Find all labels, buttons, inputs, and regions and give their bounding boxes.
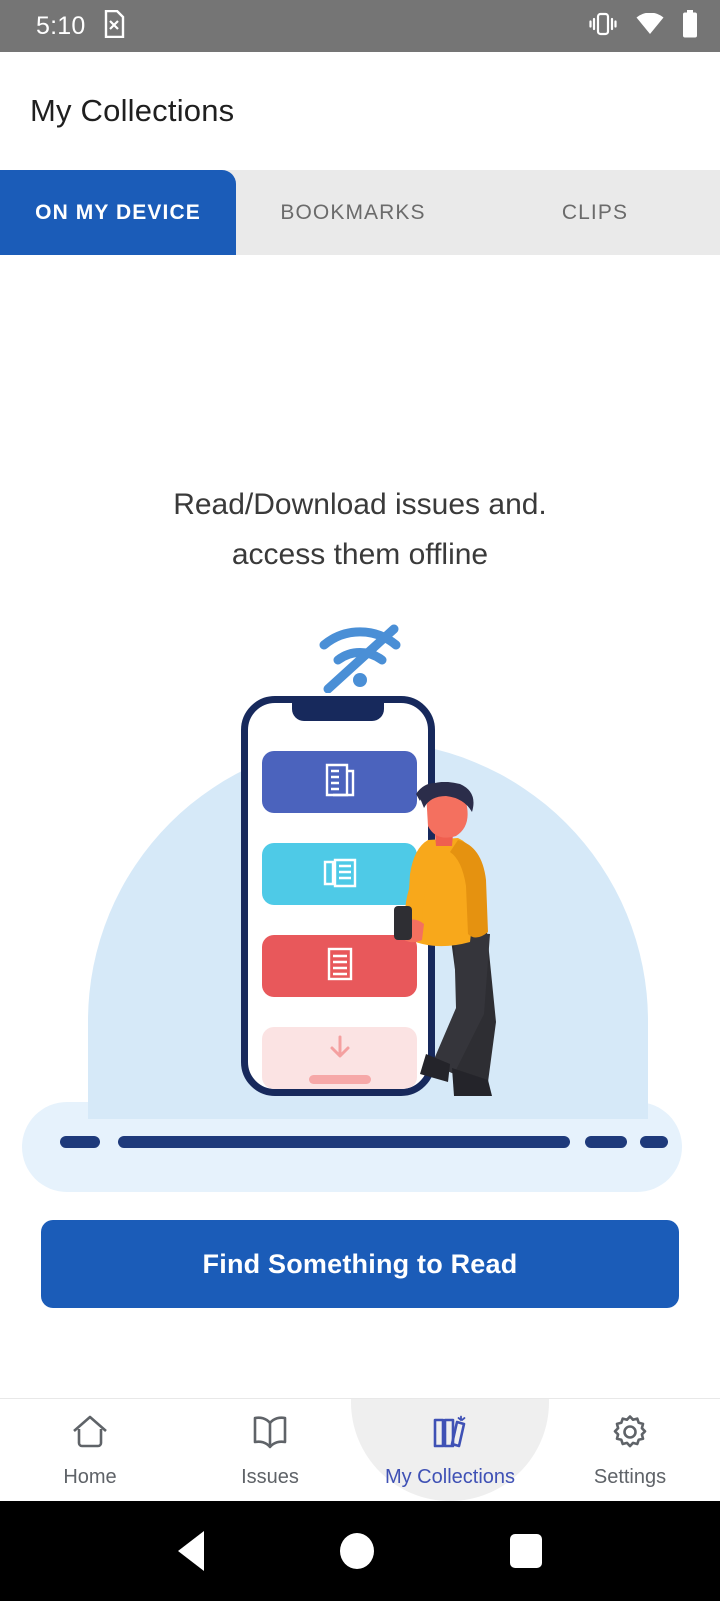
home-button[interactable] — [340, 1533, 374, 1569]
tab-clips-label: CLIPS — [561, 200, 629, 224]
magazine-icon — [321, 854, 359, 895]
gear-icon — [608, 1412, 652, 1457]
nav-item-issues-label: Issues — [241, 1465, 299, 1488]
offline-reading-illustration — [0, 687, 720, 1192]
status-bar-left: 5:10 — [36, 9, 125, 43]
status-bar-right — [588, 9, 698, 43]
cta-container: Find Something to Read — [0, 1220, 720, 1308]
back-button[interactable] — [178, 1531, 204, 1571]
battery-full-icon — [682, 9, 698, 43]
nav-item-my-collections[interactable]: My Collections — [351, 1399, 549, 1501]
nav-item-my-collections-label: My Collections — [384, 1465, 516, 1488]
ground-dash — [118, 1136, 570, 1148]
illustration-ground-line — [0, 1136, 720, 1148]
open-book-icon — [248, 1412, 292, 1457]
nav-item-settings-label: Settings — [593, 1465, 667, 1488]
nav-item-home[interactable]: Home — [0, 1399, 180, 1501]
recents-button[interactable] — [510, 1534, 542, 1568]
person-illustration — [392, 781, 522, 1107]
tab-clips[interactable]: CLIPS — [470, 170, 720, 255]
nav-item-home-label: Home — [63, 1465, 117, 1488]
page-title: My Collections — [30, 93, 235, 128]
download-arrow-icon — [325, 1033, 355, 1068]
headline-line-2: access them offline — [231, 538, 489, 571]
document-icon — [324, 945, 356, 988]
ground-dash — [585, 1136, 627, 1148]
wifi-icon — [636, 12, 664, 40]
phone-notch — [292, 703, 384, 721]
tab-bookmarks-label: BOOKMARKS — [280, 200, 426, 224]
bottom-navigation-bar: Home Issues My Collections Settings — [0, 1398, 720, 1501]
nav-item-issues[interactable]: Issues — [180, 1399, 360, 1501]
status-bar-clock: 5:10 — [36, 11, 86, 40]
tab-bookmarks[interactable]: BOOKMARKS — [236, 170, 470, 255]
app-bar: My Collections — [0, 52, 720, 170]
tab-on-my-device-label: ON MY DEVICE — [35, 200, 201, 224]
download-progress-bar — [308, 1074, 371, 1084]
find-something-to-read-button[interactable]: Find Something to Read — [41, 1220, 679, 1308]
ground-dash — [640, 1136, 668, 1148]
sim-card-x-icon — [103, 9, 125, 43]
empty-state-content: Read/Download issues and. access them of… — [0, 255, 720, 1398]
tab-on-my-device[interactable]: ON MY DEVICE — [0, 170, 236, 255]
home-icon — [68, 1412, 112, 1457]
system-navigation-bar — [0, 1501, 720, 1601]
vibrate-icon — [588, 11, 618, 42]
newspaper-icon — [321, 761, 359, 804]
empty-state-headline: Read/Download issues and. access them of… — [0, 480, 720, 580]
headline-line-1: Read/Download issues and. — [173, 488, 547, 521]
status-bar: 5:10 — [0, 0, 720, 52]
tab-bar: ON MY DEVICE BOOKMARKS CLIPS — [0, 170, 720, 255]
books-shelf-icon — [428, 1412, 472, 1457]
nav-item-settings[interactable]: Settings — [540, 1399, 720, 1501]
ground-dash — [60, 1136, 100, 1148]
